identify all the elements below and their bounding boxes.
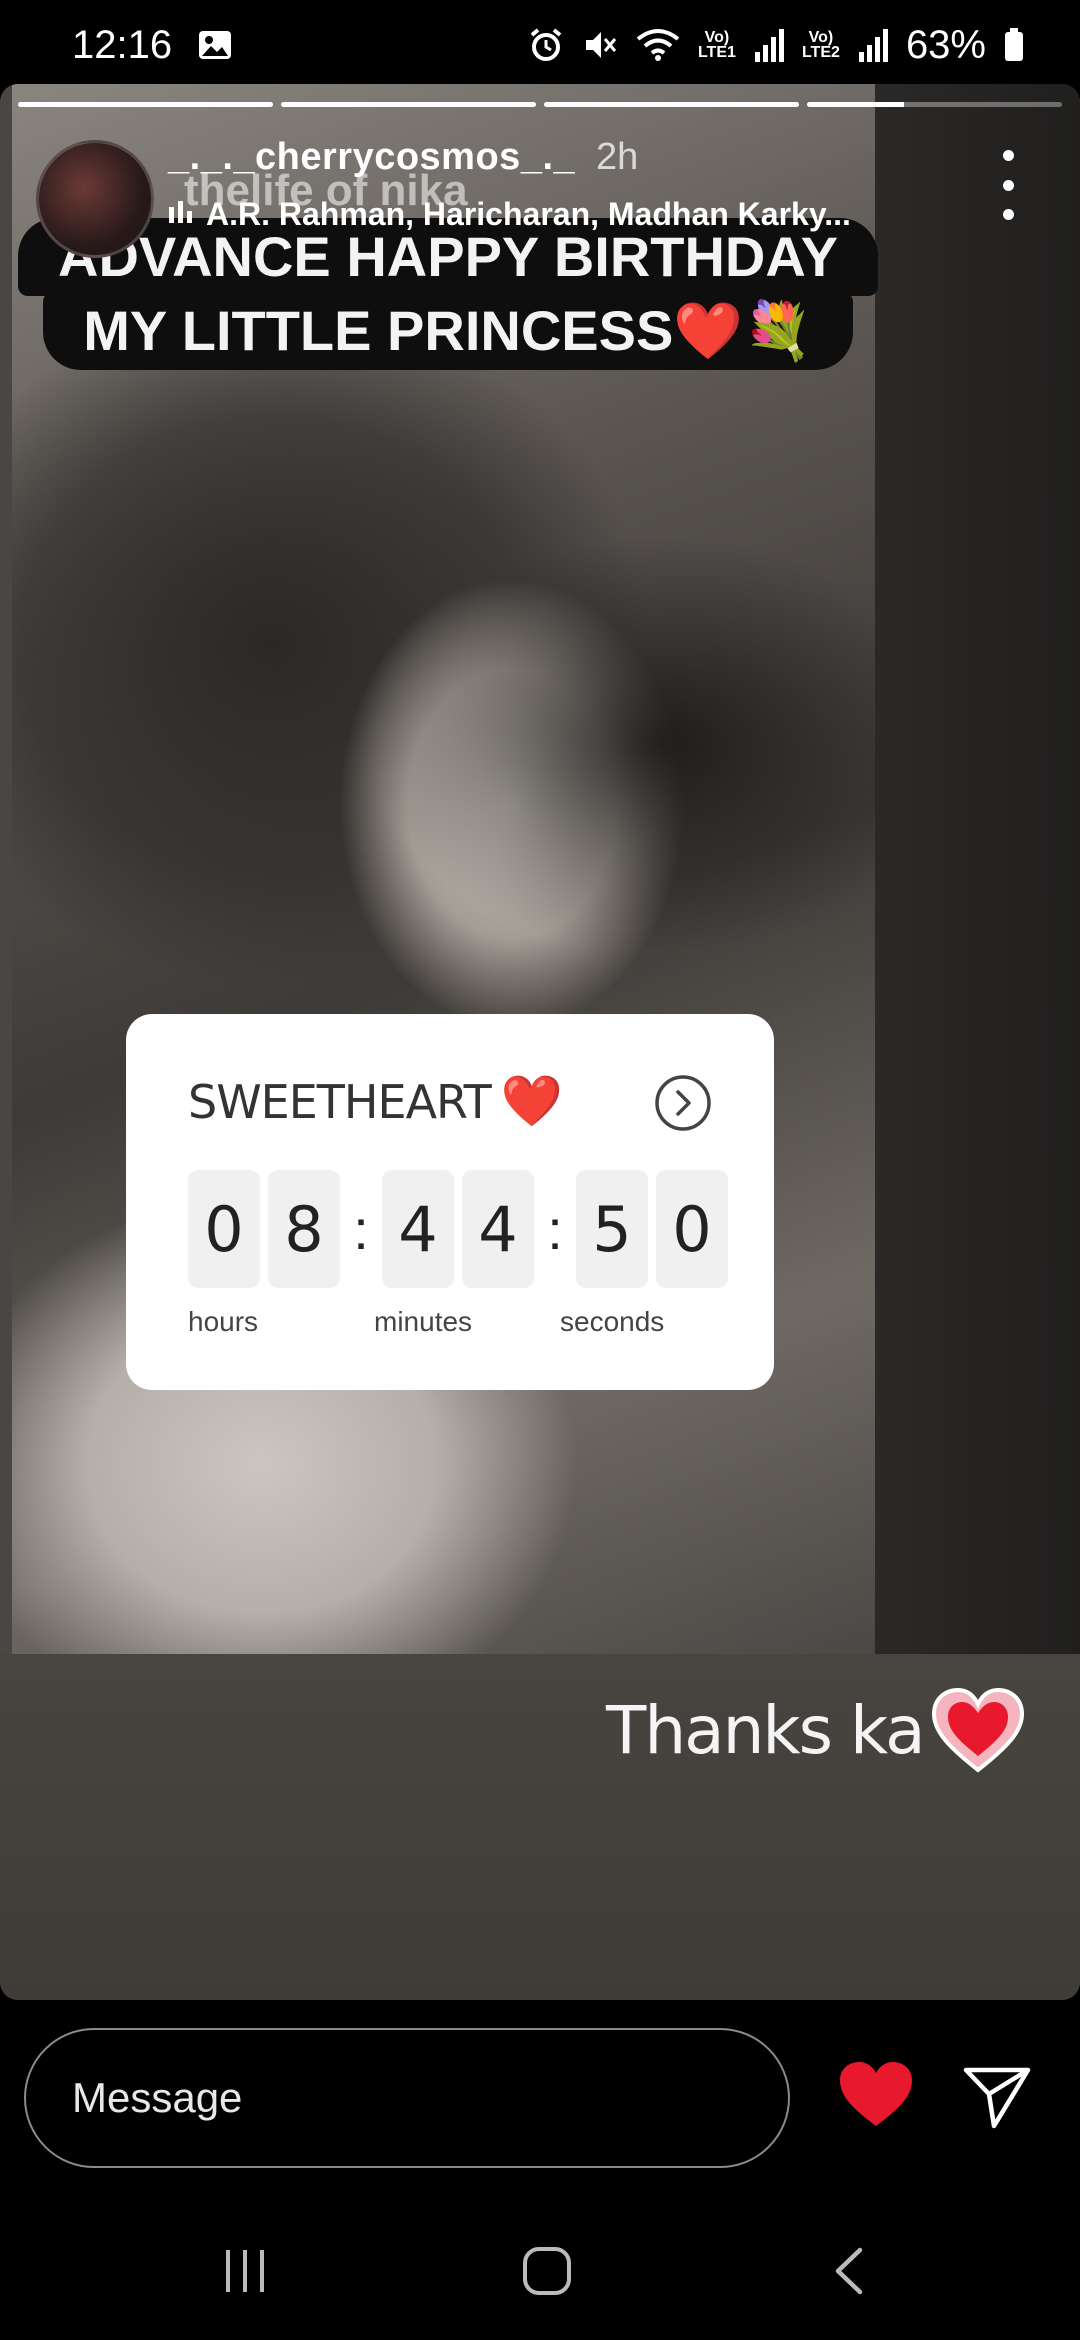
- countdown-separator: :: [547, 1197, 563, 1261]
- sim2-label: Vo) LTE2: [801, 29, 840, 61]
- reply-text-label: Thanks ka: [606, 1691, 926, 1769]
- music-text: A.R. Rahman, Haricharan, Madhan Karky...: [206, 196, 851, 232]
- progress-segment: [544, 102, 799, 107]
- heart-icon[interactable]: [838, 2060, 914, 2130]
- countdown-digit: 4: [462, 1170, 534, 1288]
- birthday-caption: ADVANCE HAPPY BIRTHDAY MY LITTLE PRINCES…: [18, 218, 878, 370]
- story-background: [875, 84, 1080, 1654]
- progress-segment: [18, 102, 273, 107]
- progress-fill: [807, 102, 904, 107]
- battery-icon: [1004, 28, 1024, 62]
- home-icon[interactable]: [522, 2246, 572, 2296]
- message-input[interactable]: Message: [24, 2028, 790, 2168]
- status-time: 12:16: [72, 22, 173, 67]
- back-icon[interactable]: [830, 2246, 866, 2296]
- hours-label: hours: [188, 1306, 259, 1337]
- recents-icon[interactable]: [222, 2248, 268, 2294]
- music-bars-icon: [168, 196, 194, 233]
- send-icon[interactable]: [962, 2064, 1032, 2130]
- story-progress: [18, 102, 1062, 110]
- countdown-title: SWEETHEART ❤️: [188, 1072, 563, 1131]
- countdown-digit: 8: [268, 1170, 340, 1288]
- sim1-label: Vo) LTE1: [697, 29, 736, 61]
- progress-segment: [281, 102, 536, 107]
- alarm-icon: [528, 27, 564, 63]
- mute-icon: [582, 27, 618, 63]
- avatar[interactable]: [36, 140, 154, 258]
- more-vertical-icon[interactable]: [988, 150, 1028, 220]
- music-attribution[interactable]: A.R. Rahman, Haricharan, Madhan Karky...: [168, 196, 908, 233]
- wifi-icon: [636, 27, 680, 63]
- signal-icon: [858, 28, 888, 62]
- minutes-label: minutes: [374, 1306, 473, 1337]
- image-icon: [198, 30, 232, 60]
- countdown-digits: 0 8 : 4 4 : 5 0: [188, 1170, 736, 1288]
- progress-fill: [281, 102, 536, 107]
- progress-fill: [18, 102, 273, 107]
- countdown-separator: :: [353, 1197, 369, 1261]
- progress-fill: [544, 102, 799, 107]
- countdown-digit: 4: [382, 1170, 454, 1288]
- username[interactable]: _._._cherrycosmos_._: [168, 136, 575, 179]
- heart-emoji-icon: [930, 1686, 1026, 1774]
- caption-line-2: MY LITTLE PRINCESS❤️💐: [43, 292, 853, 370]
- countdown-digit: 5: [576, 1170, 648, 1288]
- chevron-right-circle-icon[interactable]: [654, 1074, 712, 1132]
- battery-percent: 63%: [905, 22, 986, 67]
- progress-segment: [807, 102, 1062, 107]
- seconds-label: seconds: [560, 1306, 665, 1337]
- status-bar: 12:16 Vo) LTE1 Vo) LTE2 63%: [0, 0, 1080, 90]
- reply-text: Thanks ka: [606, 1686, 1026, 1774]
- countdown-title-text: SWEETHEART: [188, 1074, 492, 1129]
- heart-emoji: ❤️: [500, 1072, 563, 1130]
- post-time: 2h: [596, 136, 639, 178]
- system-nav-bar: [0, 2200, 1080, 2340]
- signal-icon: [754, 28, 784, 62]
- countdown-digit: 0: [188, 1170, 260, 1288]
- countdown-digit: 0: [656, 1170, 728, 1288]
- countdown-sticker[interactable]: SWEETHEART ❤️ 0 8 : 4 4 : 5 0 hours minu…: [126, 1014, 774, 1390]
